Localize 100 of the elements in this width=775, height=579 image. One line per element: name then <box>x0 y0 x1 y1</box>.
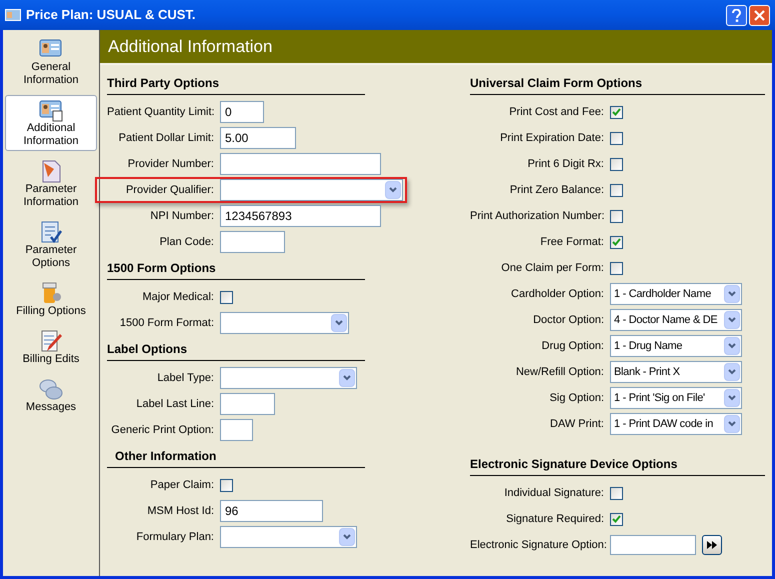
text-field[interactable]: 1234567893 <box>220 205 381 227</box>
dropdown-value: 1 - Print 'Sig on File' <box>614 390 705 406</box>
checkbox[interactable] <box>610 486 623 500</box>
chevron-down-icon <box>728 317 736 323</box>
dropdown-arrow-button[interactable] <box>724 337 740 355</box>
checkmark-icon <box>612 515 621 523</box>
dropdown-field[interactable] <box>220 312 349 334</box>
checkbox[interactable] <box>610 210 623 222</box>
fast-forward-icon <box>707 541 717 549</box>
dropdown-arrow-button[interactable] <box>339 369 355 387</box>
checkbox[interactable] <box>610 262 623 274</box>
dropdown-value: 4 - Doctor Name & DE <box>614 312 718 328</box>
checkbox[interactable] <box>610 512 623 526</box>
sidebar-item[interactable]: Filling Options <box>5 278 97 321</box>
close-button[interactable] <box>749 4 770 26</box>
close-icon <box>754 10 765 20</box>
field-label: Provider Qualifier: <box>124 182 215 198</box>
field-label: Drug Option: <box>540 338 605 354</box>
dropdown-field[interactable]: 1 - Print 'Sig on File' <box>610 387 742 409</box>
header-title: Additional Information <box>108 36 272 58</box>
field-label: MSM Host Id: <box>146 504 215 519</box>
checkbox[interactable] <box>610 106 623 118</box>
sidebar-label: Parameter Information <box>22 183 80 209</box>
field-label: Patient Quantity Limit: <box>107 104 216 120</box>
text-field[interactable] <box>220 153 381 175</box>
text-field[interactable] <box>220 231 285 253</box>
dropdown-field[interactable]: 4 - Doctor Name & DE <box>610 309 742 331</box>
chevron-down-icon <box>728 343 736 349</box>
dropdown-arrow-button[interactable] <box>331 314 347 332</box>
dropdown-arrow-button[interactable] <box>724 311 740 329</box>
sidebar-item[interactable]: Parameter Information <box>5 156 97 212</box>
sidebar-item[interactable]: General Information <box>5 34 97 90</box>
field-label: Free Format: <box>539 234 605 250</box>
text-field[interactable]: 96 <box>220 500 323 522</box>
text-field[interactable] <box>220 393 275 415</box>
section-title: Other Information <box>107 447 365 468</box>
field-label: Cardholder Option: <box>510 286 605 302</box>
dropdown-field[interactable] <box>220 526 357 548</box>
sidebar-item[interactable]: Additional Information <box>5 95 97 151</box>
section-title: Label Options <box>107 340 365 361</box>
text-field[interactable]: 0 <box>220 101 264 123</box>
field-label: Paper Claim: <box>149 478 215 493</box>
dropdown-arrow-button[interactable] <box>724 415 740 433</box>
dropdown-field[interactable]: Blank - Print X <box>610 361 742 383</box>
text-field[interactable] <box>220 419 253 441</box>
sidebar-label: Messages <box>24 401 78 414</box>
field-label: New/Refill Option: <box>514 364 605 380</box>
id-card-icon <box>38 98 64 122</box>
sidebar-label: Billing Edits <box>22 353 80 366</box>
help-icon <box>732 8 741 22</box>
checkbox[interactable] <box>610 132 623 144</box>
field-label: Label Type: <box>156 370 215 386</box>
chevron-down-icon <box>389 187 397 193</box>
sidebar-label: Filling Options <box>16 305 86 318</box>
field-label: Formulary Plan: <box>135 530 215 545</box>
dropdown-field[interactable] <box>220 179 403 201</box>
dropdown-field[interactable]: 1 - Print DAW code in <box>610 413 742 435</box>
field-label: Electronic Signature Option: <box>470 538 608 553</box>
dropdown-arrow-button[interactable] <box>339 528 355 546</box>
field-label: NPI Number: <box>149 208 215 224</box>
dropdown-arrow-button[interactable] <box>724 363 740 381</box>
sidebar-item[interactable]: Messages <box>5 374 97 417</box>
checkbox[interactable] <box>220 478 233 492</box>
dropdown-value: 1 - Print DAW code in <box>614 416 714 432</box>
field-label: Major Medical: <box>141 290 215 305</box>
dropdown-arrow-button[interactable] <box>724 285 740 303</box>
chevron-down-icon <box>728 369 736 375</box>
field-label: Print Expiration Date: <box>499 130 605 146</box>
section-title: Universal Claim Form Options <box>470 74 765 95</box>
chevron-down-icon <box>343 534 351 540</box>
chevron-down-icon <box>728 395 736 401</box>
dropdown-field[interactable]: 1 - Cardholder Name <box>610 283 742 305</box>
dropdown-field[interactable]: 1 - Drug Name <box>610 335 742 357</box>
checkbox[interactable] <box>610 236 623 248</box>
field-label: Doctor Option: <box>532 312 605 328</box>
field-label: Signature Required: <box>505 512 605 527</box>
window-title: Price Plan: USUAL & CUST. <box>26 6 197 24</box>
help-button[interactable] <box>726 4 747 26</box>
dropdown-arrow-button[interactable] <box>385 181 401 199</box>
dropdown-field[interactable] <box>220 367 357 389</box>
dropdown-value: 1 - Cardholder Name <box>614 286 712 302</box>
checkbox[interactable] <box>220 290 233 304</box>
checkmark-icon <box>612 238 621 246</box>
dropdown-arrow-button[interactable] <box>724 389 740 407</box>
window-icon <box>5 8 21 22</box>
field-label: Patient Dollar Limit: <box>118 130 215 146</box>
sidebar-item[interactable]: Parameter Options <box>5 217 97 273</box>
chevron-down-icon <box>343 375 351 381</box>
text-field[interactable]: 5.00 <box>220 127 296 149</box>
checkbox[interactable] <box>610 158 623 170</box>
field-label: Print Authorization Number: <box>470 208 606 224</box>
section-title: Third Party Options <box>107 74 365 95</box>
text-field[interactable] <box>610 535 696 555</box>
dropdown-value: 1 - Drug Name <box>614 338 682 354</box>
fast-forward-button[interactable] <box>702 535 722 555</box>
field-label: Generic Print Option: <box>110 422 215 438</box>
checkbox[interactable] <box>610 184 623 196</box>
sidebar-item[interactable]: Billing Edits <box>5 326 97 369</box>
checkmark-icon <box>612 108 621 116</box>
field-label: Print Cost and Fee: <box>508 104 605 120</box>
